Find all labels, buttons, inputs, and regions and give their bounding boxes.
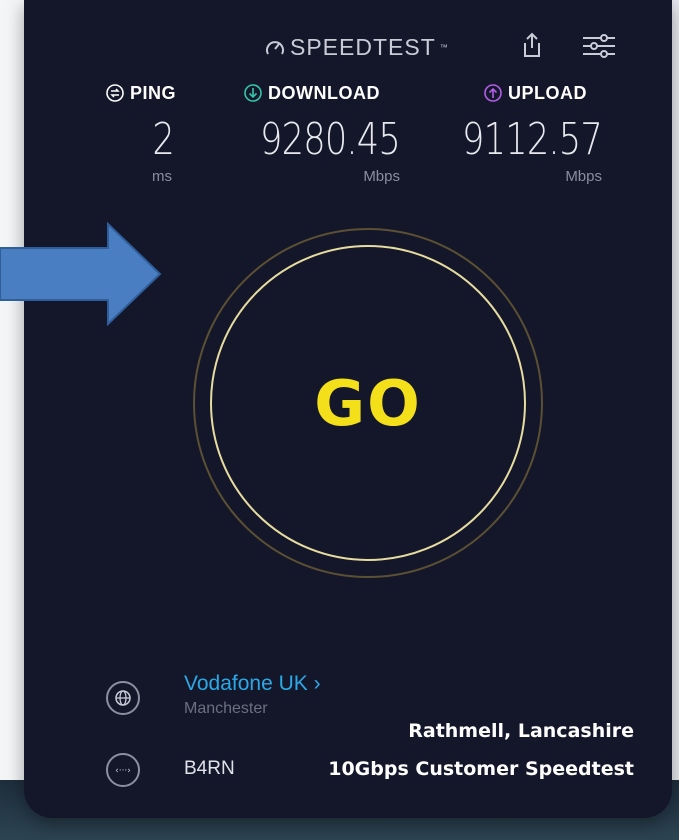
upload-unit: Mbps [565, 168, 602, 185]
provider-name-link[interactable]: Vodafone UK › [184, 672, 321, 696]
go-button[interactable]: GO [210, 245, 526, 561]
caption-line-1: Rathmell, Lancashire [408, 720, 634, 742]
svg-text:‹···›: ‹···› [115, 766, 131, 776]
download-arrow-icon [244, 84, 262, 102]
share-icon[interactable] [521, 32, 543, 58]
caption-line-2: 10Gbps Customer Speedtest [328, 758, 634, 780]
download-label: DOWNLOAD [268, 82, 380, 103]
gauge-icon [266, 40, 284, 54]
arrow-right-icon [0, 222, 162, 326]
download-unit: Mbps [363, 168, 400, 185]
trademark-symbol: ™ [439, 43, 449, 52]
globe-icon [106, 681, 140, 715]
upload-arrow-icon [484, 84, 502, 102]
ping-value: 2 [152, 114, 174, 165]
upload-value: 9112.57 [462, 114, 603, 165]
settings-sliders-icon[interactable] [582, 34, 616, 58]
provider-location: Manchester [184, 700, 268, 717]
ping-icon [106, 84, 124, 102]
screenshot-canvas: SPEEDTEST ™ PING 2 ms DOWNLOAD 9280.45 M… [0, 0, 679, 840]
server-connection-icon: ‹···› [106, 753, 140, 787]
speedtest-app-screen: SPEEDTEST ™ PING 2 ms DOWNLOAD 9280.45 M… [24, 0, 672, 818]
speedtest-logo: SPEEDTEST ™ [264, 34, 449, 61]
ping-label: PING [130, 82, 177, 103]
ping-label-group: PING [106, 82, 176, 104]
ping-unit: ms [152, 168, 172, 185]
brand-name: SPEEDTEST [290, 34, 436, 60]
upload-label-group: UPLOAD [484, 82, 587, 104]
download-value: 9280.45 [260, 114, 401, 165]
server-name[interactable]: B4RN [184, 758, 235, 780]
upload-label: UPLOAD [508, 82, 587, 103]
go-label: GO [314, 366, 422, 440]
download-label-group: DOWNLOAD [244, 82, 380, 104]
